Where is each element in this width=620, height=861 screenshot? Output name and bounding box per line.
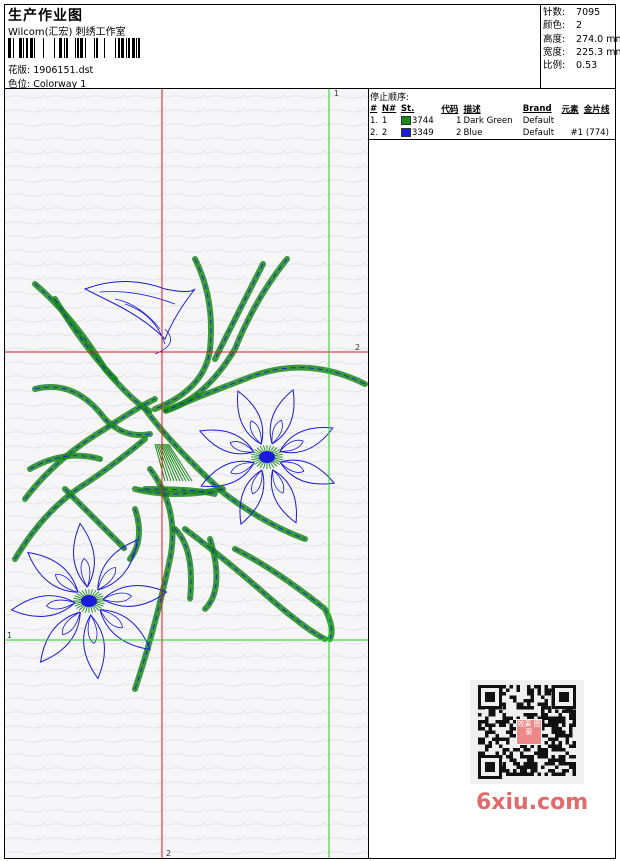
company-name: Wilcom(汇宏) 刺绣工作室 [8,27,126,38]
col-index: # [370,103,378,114]
col-st: 代码 [441,104,459,115]
color-table: # N# St. 代码 描述 Brand 元素 金片线 1. 1 3744 1 … [369,102,615,140]
col-n: N# [381,103,397,114]
embroidery-canvas[interactable]: 1 2 1 2 [5,89,368,858]
swatch-dark-green [400,116,411,125]
header-divider [540,4,541,89]
barcode [8,38,140,58]
guide-label: 2 [355,343,360,352]
table-row[interactable]: 2. 2 3349 2 Blue Default #1 (774) [369,127,615,140]
fabric-texture [5,89,368,858]
sheet-title: 生产作业图 [8,8,83,24]
col-code: St. [400,103,415,114]
swatch-blue [400,128,411,137]
colorway-info: 色位: Colorway 1 [8,76,86,90]
stat-height: 高度: 274.0 mm [543,33,620,45]
watermark-badge: 效果 图案 [516,719,542,745]
pattern-value: 1906151.dst [33,65,94,76]
stat-width: 宽度: 225.3 mm [543,46,620,58]
stat-colors: 颜色: 2 [543,20,583,32]
stat-stitches: 针数: 7095 [543,7,601,18]
col-element: 元素 [561,104,579,115]
design-stats: 针数: 7095 颜色: 2 高度: 274.0 mm 宽度: 225.3 mm… [543,6,620,72]
col-brand: Brand [522,103,552,114]
table-row[interactable]: 1. 1 3744 1 Dark Green Default [369,115,615,127]
pattern-info: 花版: 1906151.dst [8,62,93,76]
embroidery-design: 1 2 1 2 [5,89,368,858]
watermark-logo: 6xiu.com [476,790,589,815]
guide-label: 2 [166,849,171,858]
color-table-header: # N# St. 代码 描述 Brand 元素 金片线 [369,102,615,115]
col-sequin: 金片线 [583,104,610,115]
guide-label: 1 [7,631,12,640]
col-desc: 描述 [463,104,481,115]
pattern-label: 花版: [8,65,31,76]
stat-scale: 比例: 0.53 [543,60,598,72]
guide-label: 1 [334,89,339,98]
